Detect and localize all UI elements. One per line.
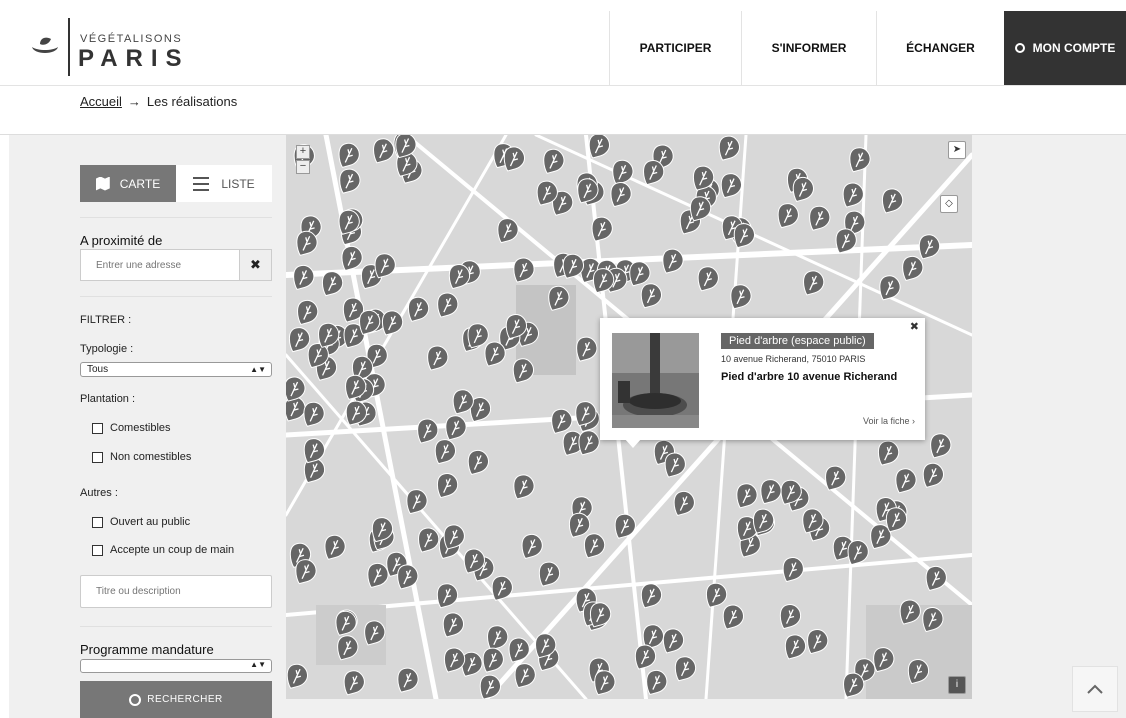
checkbox-open-public[interactable]: Ouvert au public (92, 516, 190, 528)
map-view-button[interactable]: CARTE (80, 165, 176, 202)
divider (80, 217, 272, 218)
account-button[interactable]: MON COMPTE (1004, 11, 1126, 85)
popup-link-label: Voir la fiche (862, 416, 910, 426)
checkbox-label: Accepte un coup de main (110, 544, 235, 556)
filter-label: FILTRER : (80, 314, 132, 326)
list-view-label: LISTE (221, 176, 255, 191)
clear-address-button[interactable]: ✖ (239, 249, 272, 281)
account-label: MON COMPTE (1032, 41, 1116, 55)
breadcrumb-home-link[interactable]: Accueil (80, 94, 122, 109)
checkbox-icon[interactable] (92, 451, 103, 463)
user-icon (1014, 43, 1025, 53)
view-toggle: CARTE LISTE (80, 165, 272, 202)
map-icon (95, 176, 110, 191)
checkbox-label: Comestibles (110, 422, 171, 434)
checkbox-accepts-help[interactable]: Accepte un coup de main (92, 544, 234, 556)
search-icon (129, 693, 142, 706)
typology-value: Tous (87, 364, 109, 375)
zoom-out-button[interactable]: − (296, 160, 310, 174)
select-arrows-icon: ▲▼ (250, 365, 266, 374)
map-info-button[interactable]: i (948, 676, 966, 694)
popup-title: Pied d'arbre 10 avenue Richerand (721, 371, 898, 383)
nav-echanger[interactable]: ÉCHANGER (876, 11, 1004, 85)
logo-text-small: VÉGÉTALISONS (80, 33, 183, 45)
breadcrumb-arrow-icon: → (127, 94, 141, 109)
popup-address: 10 avenue Richerand, 75010 PARIS (721, 354, 866, 364)
checkbox-icon[interactable] (92, 544, 103, 556)
checkbox-non-comestibles[interactable]: Non comestibles (92, 451, 191, 463)
title-description-input[interactable] (80, 575, 272, 608)
list-icon (193, 176, 210, 191)
plantation-label: Plantation : (80, 393, 136, 405)
map-view-label: CARTE (119, 176, 161, 191)
typology-label: Typologie : (80, 343, 134, 355)
zoom-in-button[interactable]: + (296, 145, 310, 159)
divider (80, 626, 272, 627)
popup-details-link[interactable]: Voir la fiche › (863, 416, 915, 426)
scroll-to-top-button[interactable] (1072, 666, 1118, 712)
breadcrumb: Accueil → Les réalisations (80, 94, 237, 109)
nav-sinformer[interactable]: S'INFORMER (741, 11, 876, 85)
search-button-label: RECHERCHER (147, 694, 223, 705)
layers-icon[interactable]: ◇ (940, 195, 958, 213)
logo-divider (68, 18, 70, 76)
checkbox-comestibles[interactable]: Comestibles (92, 422, 171, 434)
proximity-title: A proximité de (80, 233, 163, 248)
locate-icon[interactable]: ➤ (948, 141, 966, 159)
map-popup: ✖ Pied d'arbre (espace public) 10 avenue… (600, 318, 925, 440)
logo-text-big: PARIS (78, 45, 190, 72)
chevron-up-icon (1087, 684, 1103, 694)
popup-photo[interactable] (612, 333, 699, 428)
checkbox-icon[interactable] (92, 422, 103, 434)
checkbox-label: Ouvert au public (110, 516, 191, 528)
search-button[interactable]: RECHERCHER (80, 681, 272, 718)
chevron-right-icon: › (912, 416, 915, 426)
popup-category-tag: Pied d'arbre (espace public) (721, 333, 874, 349)
checkbox-icon[interactable] (92, 516, 103, 528)
checkbox-label: Non comestibles (110, 451, 192, 463)
others-label: Autres : (80, 487, 118, 499)
popup-close-icon[interactable]: ✖ (910, 320, 919, 333)
breadcrumb-current: Les réalisations (146, 94, 238, 109)
program-title: Programme mandature (80, 642, 214, 657)
program-select[interactable]: ▲▼ (80, 659, 272, 673)
divider (80, 296, 272, 297)
nav-participer[interactable]: PARTICIPER (609, 11, 741, 85)
list-view-button[interactable]: LISTE (176, 165, 272, 202)
popup-pointer (624, 438, 642, 448)
select-arrows-icon: ▲▼ (250, 660, 266, 669)
logo-mark-icon[interactable] (30, 34, 60, 58)
typology-select[interactable]: Tous ▲▼ (80, 362, 272, 377)
site-header: VÉGÉTALISONS PARIS PARTICIPER S'INFORMER… (0, 0, 1126, 86)
address-input[interactable] (80, 249, 240, 281)
